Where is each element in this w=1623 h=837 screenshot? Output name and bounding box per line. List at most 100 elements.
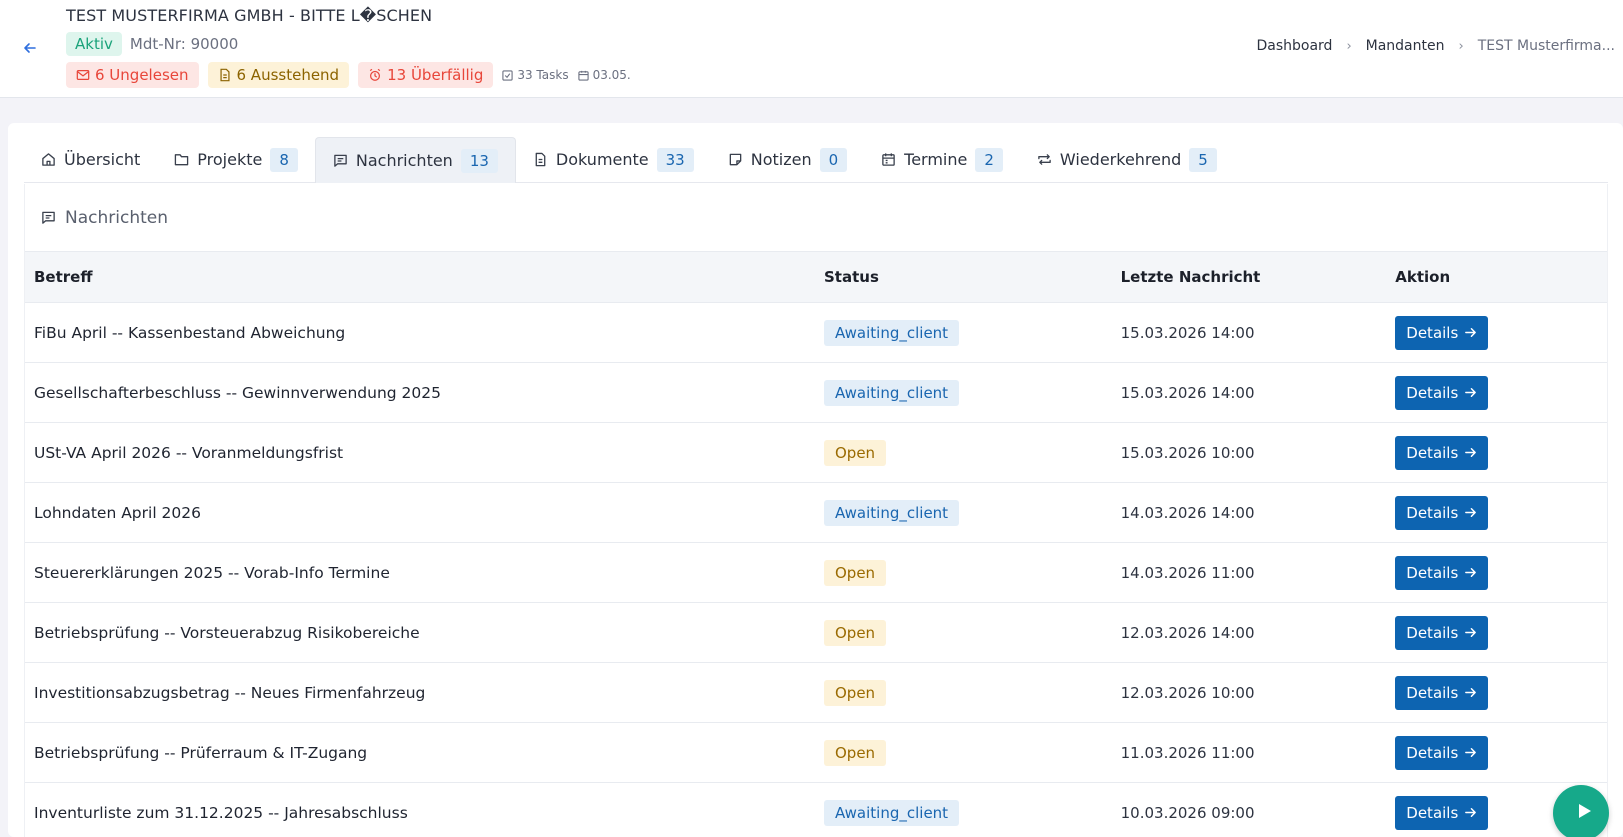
repeat-icon	[1038, 154, 1051, 165]
action-cell: Details	[1395, 675, 1607, 710]
details-label: Details	[1406, 563, 1459, 582]
column-header-last-message[interactable]: Letzte Nachricht	[1121, 268, 1396, 286]
back-arrow-icon[interactable]	[20, 38, 40, 58]
tab-label: Übersicht	[64, 150, 141, 169]
details-button[interactable]: Details	[1395, 615, 1489, 650]
tab-label: Nachrichten	[355, 151, 453, 170]
details-label: Details	[1406, 803, 1459, 822]
status-badge: Awaiting_client	[824, 379, 960, 406]
arrow-right-icon	[1465, 808, 1477, 817]
tab-recurring[interactable]: Wiederkehrend 5	[1020, 137, 1234, 182]
page-title: TEST MUSTERFIRMA GMBH - BITTE L�SCHEN	[66, 6, 433, 25]
table-row[interactable]: Betriebsprüfung -- Vorsteuerabzug Risiko…	[25, 603, 1607, 663]
breadcrumb-dashboard[interactable]: Dashboard	[1256, 38, 1332, 54]
document-icon	[535, 152, 546, 167]
section-header: Nachrichten	[25, 184, 1607, 251]
arrow-right-icon	[1465, 448, 1477, 457]
status-cell: Awaiting_client	[824, 379, 1121, 406]
last-message-date: 15.03.2026 14:00	[1120, 323, 1255, 342]
tab-notes[interactable]: Notizen 0	[711, 137, 864, 182]
action-cell: Details	[1395, 735, 1607, 770]
table-row[interactable]: FiBu April -- Kassenbestand Abweichung Aw…	[25, 303, 1607, 363]
overdue-badge[interactable]: 13 Überfällig	[358, 62, 494, 88]
play-icon	[1579, 804, 1591, 818]
calendar-icon	[882, 153, 895, 166]
details-button[interactable]: Details	[1395, 375, 1489, 410]
details-label: Details	[1406, 383, 1459, 402]
alarm-icon	[369, 68, 381, 81]
arrow-right-icon	[1465, 748, 1477, 757]
details-button[interactable]: Details	[1395, 675, 1489, 710]
action-cell: Details	[1395, 495, 1607, 530]
tab-label: Wiederkehrend	[1059, 150, 1182, 169]
messages-section: Nachrichten Betreff Status Letzte Nachri…	[24, 184, 1608, 837]
table-row[interactable]: Steuererklärungen 2025 -- Vorab-Info Ter…	[25, 543, 1607, 603]
pending-badge[interactable]: 6 Ausstehend	[207, 62, 350, 88]
status-cell: Open	[824, 679, 1121, 706]
status-cell: Awaiting_client	[824, 799, 1121, 826]
message-subject: FiBu April -- Kassenbestand Abweichung	[34, 323, 346, 342]
page-header: TEST MUSTERFIRMA GMBH - BITTE L�SCHEN Ak…	[0, 0, 1623, 98]
status-badge: Open	[824, 439, 887, 466]
message-icon	[42, 211, 55, 224]
overdue-label: 13 Überfällig	[387, 66, 484, 84]
tab-appointments[interactable]: Termine 2	[864, 137, 1020, 182]
sticky-note-icon	[729, 153, 742, 166]
message-icon	[334, 154, 347, 167]
column-header-subject[interactable]: Betreff	[25, 268, 824, 286]
details-button[interactable]: Details	[1395, 555, 1489, 590]
message-subject: USt-VA April 2026 -- Voranmeldungsfrist	[34, 443, 344, 462]
table-row[interactable]: Gesellschafterbeschluss -- Gewinnverwend…	[25, 363, 1607, 423]
last-message-date: 14.03.2026 11:00	[1120, 563, 1255, 582]
table-row[interactable]: Lohndaten April 2026 Awaiting_client 14.03…	[25, 483, 1607, 543]
mail-icon	[76, 70, 90, 80]
tasks-meta: 33 Tasks	[502, 68, 569, 82]
status-badge: Open	[824, 619, 887, 646]
folder-icon	[175, 154, 189, 166]
content-card: Übersicht Projekte 8 Nachrichten 13 Doku…	[8, 123, 1623, 837]
status-cell: Awaiting_client	[824, 499, 1121, 526]
chevron-right-icon: ›	[1458, 38, 1464, 54]
tab-documents[interactable]: Dokumente 33	[516, 137, 711, 182]
tab-messages[interactable]: Nachrichten 13	[314, 137, 516, 183]
column-header-status[interactable]: Status	[824, 268, 1121, 286]
tab-label: Termine	[904, 150, 968, 169]
unread-badge[interactable]: 6 Ungelesen	[66, 62, 199, 88]
status-badge: Open	[824, 559, 887, 586]
tab-projects[interactable]: Projekte 8	[157, 137, 315, 182]
arrow-right-icon	[1465, 688, 1477, 697]
status-badge: Open	[824, 739, 887, 766]
breadcrumb-mandanten[interactable]: Mandanten	[1366, 38, 1445, 54]
details-button[interactable]: Details	[1395, 315, 1489, 350]
table-row[interactable]: USt-VA April 2026 -- Voranmeldungsfrist O…	[25, 423, 1607, 483]
tab-label: Dokumente	[555, 150, 649, 169]
details-button[interactable]: Details	[1395, 435, 1489, 470]
last-message-date: 15.03.2026 10:00	[1120, 443, 1255, 462]
section-title: Nachrichten	[65, 207, 168, 228]
status-cell: Open	[824, 559, 1121, 586]
details-button[interactable]: Details	[1395, 735, 1489, 770]
table-row[interactable]: Investitionsabzugsbetrag -- Neues Firmen…	[25, 663, 1607, 723]
tab-overview[interactable]: Übersicht	[24, 137, 157, 182]
details-label: Details	[1406, 743, 1459, 762]
details-button[interactable]: Details	[1395, 795, 1489, 830]
checkbox-icon	[502, 69, 513, 81]
message-subject: Lohndaten April 2026	[34, 503, 201, 522]
status-badge: Awaiting_client	[824, 499, 960, 526]
last-message-date: 12.03.2026 14:00	[1120, 623, 1255, 642]
details-button[interactable]: Details	[1395, 495, 1489, 530]
action-cell: Details	[1395, 435, 1607, 470]
status-badge: Open	[824, 679, 887, 706]
status-badge: Aktiv	[66, 32, 122, 56]
date-meta: 03.05.	[577, 68, 631, 82]
message-subject: Investitionsabzugsbetrag -- Neues Firmen…	[34, 683, 426, 702]
details-label: Details	[1406, 683, 1459, 702]
play-fab-button[interactable]	[1553, 785, 1609, 837]
table-row[interactable]: Betriebsprüfung -- Prüferraum & IT-Zugan…	[25, 723, 1607, 783]
status-badge: Awaiting_client	[824, 799, 960, 826]
date-value: 03.05.	[592, 68, 631, 82]
table-row[interactable]: Inventurliste zum 31.12.2025 -- Jahresab…	[25, 783, 1607, 837]
message-subject: Betriebsprüfung -- Prüferraum & IT-Zugan…	[34, 743, 368, 762]
document-icon	[219, 68, 230, 82]
tab-label: Projekte	[197, 150, 263, 169]
